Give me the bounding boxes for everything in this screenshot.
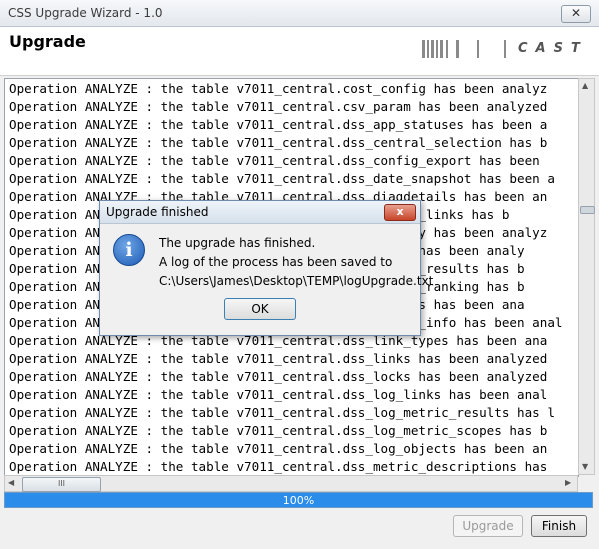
logo-text: CAST	[518, 41, 588, 56]
wizard-header: Upgrade CAST	[0, 27, 599, 76]
scroll-down-icon[interactable]: ▼	[582, 462, 588, 471]
horizontal-scroll-thumb[interactable]: III	[22, 477, 101, 492]
vertical-scroll-thumb[interactable]	[580, 206, 595, 214]
dialog-message-path: C:\Users\James\Desktop\TEMP\logUpgrade.t…	[159, 274, 434, 288]
upgrade-button[interactable]: Upgrade	[453, 515, 523, 537]
log-line: Operation ANALYZE : the table v7011_cent…	[9, 153, 540, 168]
log-line: Operation ANALYZE : the table v7011_cent…	[9, 387, 548, 402]
log-line: Operation ANALYZE : the table v7011_cent…	[9, 135, 548, 150]
log-line: Operation ANALYZE : the table v7011_cent…	[9, 369, 548, 384]
vertical-scrollbar[interactable]: ▲ ▼	[578, 78, 595, 475]
log-line: Operation ANALYZE : the table v7011_cent…	[9, 441, 548, 456]
scroll-up-icon[interactable]: ▲	[582, 81, 588, 90]
log-line: Operation ANALYZE : the table v7011_cent…	[9, 423, 548, 438]
info-icon: i	[113, 234, 145, 266]
log-line: Operation ANALYZE : the table v7011_cent…	[9, 81, 548, 96]
finish-button[interactable]: Finish	[531, 515, 587, 537]
scroll-left-icon[interactable]: ◀	[8, 478, 14, 487]
log-line: Operation ANALYZE : the table v7011_cent…	[9, 171, 555, 186]
cast-logo: CAST	[422, 40, 592, 62]
dialog-message-line1: The upgrade has finished.	[159, 236, 316, 250]
dialog-close-button[interactable]: x	[384, 204, 416, 221]
upgrade-finished-dialog: Upgrade finished x i The upgrade has fin…	[99, 200, 433, 336]
window-close-button[interactable]: ✕	[561, 5, 591, 23]
window-titlebar: CSS Upgrade Wizard - 1.0 ✕	[0, 0, 599, 27]
page-title: Upgrade	[9, 32, 86, 51]
progress-label: 100%	[282, 494, 315, 507]
dialog-title: Upgrade finished	[106, 205, 209, 219]
ok-button[interactable]: OK	[224, 298, 296, 320]
log-line: Operation ANALYZE : the table v7011_cent…	[9, 459, 548, 474]
horizontal-scrollbar[interactable]: ◀ III ▶	[4, 475, 578, 492]
window-title: CSS Upgrade Wizard - 1.0	[8, 6, 163, 20]
scroll-right-icon[interactable]: ▶	[565, 478, 571, 487]
log-line: Operation ANALYZE : the table v7011_cent…	[9, 351, 548, 366]
log-line: Operation ANALYZE : the table v7011_cent…	[9, 99, 548, 114]
log-line: Operation ANALYZE : the table v7011_cent…	[9, 117, 548, 132]
progress-bar: 100%	[4, 492, 593, 508]
dialog-message-line2: A log of the process has been saved to	[159, 255, 393, 269]
dialog-titlebar: Upgrade finished x	[100, 201, 420, 224]
log-line: Operation ANALYZE : the table v7011_cent…	[9, 405, 555, 420]
